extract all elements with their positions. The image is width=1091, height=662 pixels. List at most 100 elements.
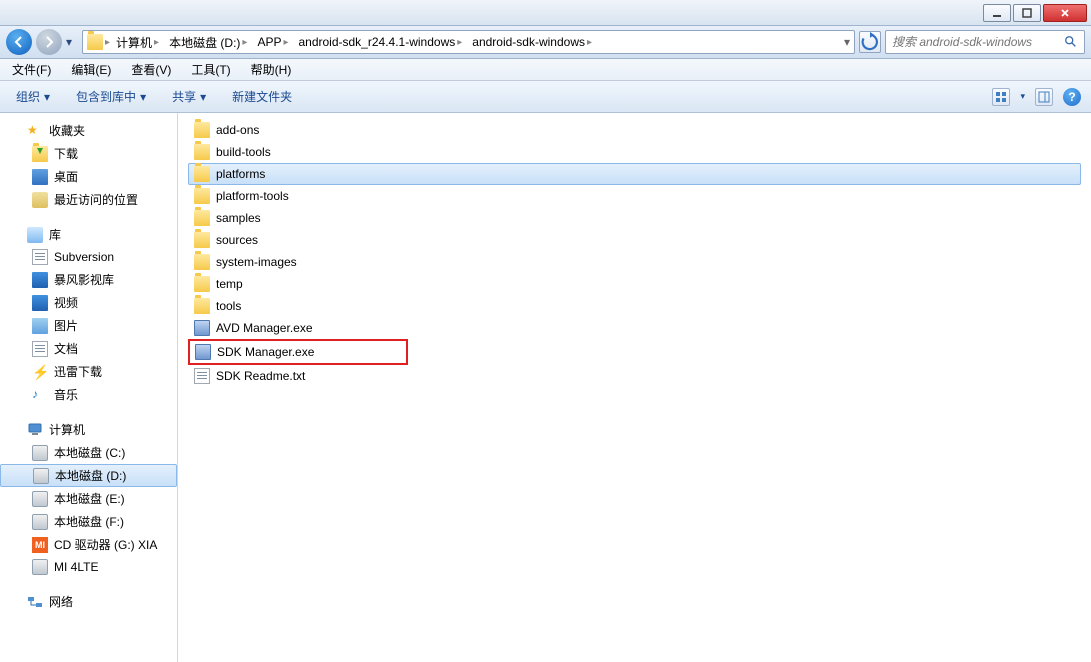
file-name-label: AVD Manager.exe [216, 321, 313, 335]
sidebar-item-videos[interactable]: 视频 [0, 291, 177, 314]
address-bar[interactable]: ▸ 计算机▸ 本地磁盘 (D:)▸ APP▸ android-sdk_r24.4… [82, 30, 855, 54]
file-item[interactable]: AVD Manager.exe [188, 317, 1081, 339]
organize-button[interactable]: 组织 ▾ [10, 85, 56, 108]
menu-help[interactable]: 帮助(H) [245, 59, 298, 80]
file-name-label: tools [216, 299, 241, 313]
sidebar-item-music[interactable]: ♪音乐 [0, 383, 177, 406]
chevron-right-icon: ▸ [587, 37, 592, 48]
forward-button[interactable] [36, 29, 62, 55]
item-label: 本地磁盘 (E:) [54, 490, 125, 507]
chevron-right-icon: ▸ [154, 37, 159, 48]
sidebar-item-drive-e[interactable]: 本地磁盘 (E:) [0, 487, 177, 510]
menu-edit[interactable]: 编辑(E) [65, 59, 117, 80]
refresh-button[interactable] [859, 31, 881, 53]
file-name-label: samples [216, 211, 261, 225]
file-item[interactable]: samples [188, 207, 1081, 229]
folder-icon [194, 298, 210, 314]
chevron-down-icon[interactable]: ▾ [1020, 91, 1025, 102]
item-label: 本地磁盘 (F:) [54, 513, 124, 530]
tree-group-computer: 计算机 本地磁盘 (C:) 本地磁盘 (D:) 本地磁盘 (E:) 本地磁盘 (… [0, 418, 177, 578]
tree-head-libraries[interactable]: 库 [0, 223, 177, 246]
tree-head-network[interactable]: 网络 [0, 590, 177, 613]
file-item[interactable]: system-images [188, 251, 1081, 273]
folder-icon [194, 166, 210, 182]
item-label: 暴风影视库 [54, 271, 114, 288]
back-button[interactable] [6, 29, 32, 55]
network-label: 网络 [49, 593, 73, 610]
search-input[interactable] [892, 35, 1064, 49]
sidebar-item-drive-d[interactable]: 本地磁盘 (D:) [0, 464, 177, 487]
text-file-icon [194, 368, 210, 384]
file-item[interactable]: build-tools [188, 141, 1081, 163]
address-dropdown-icon[interactable]: ▾ [844, 35, 850, 49]
history-dropdown-icon[interactable]: ▾ [66, 35, 78, 49]
mi-icon: MI [32, 537, 48, 553]
sidebar-item-drive-c[interactable]: 本地磁盘 (C:) [0, 441, 177, 464]
chevron-right-icon: ▸ [457, 37, 462, 48]
sidebar-item-drive-g[interactable]: MICD 驱动器 (G:) XIA [0, 533, 177, 556]
tree-head-favorites[interactable]: ★ 收藏夹 [0, 119, 177, 142]
breadcrumb-label: APP [257, 35, 281, 49]
breadcrumb-segment[interactable]: android-sdk_r24.4.1-windows▸ [294, 33, 466, 51]
sidebar-item-mi4lte[interactable]: MI 4LTE [0, 556, 177, 578]
item-label: MI 4LTE [54, 560, 98, 574]
disclosure-icon [12, 425, 21, 434]
menu-file[interactable]: 文件(F) [6, 59, 57, 80]
folder-icon [194, 254, 210, 270]
file-list-pane[interactable]: add-onsbuild-toolsplatformsplatform-tool… [178, 113, 1091, 662]
breadcrumb-label: 计算机 [116, 34, 152, 51]
command-toolbar: 组织 ▾ 包含到库中 ▾ 共享 ▾ 新建文件夹 ▾ ? [0, 81, 1091, 113]
new-folder-button[interactable]: 新建文件夹 [226, 85, 298, 108]
breadcrumb-segment[interactable]: 计算机▸ [112, 32, 163, 53]
exe-icon [195, 344, 211, 360]
sidebar-item-subversion[interactable]: Subversion [0, 246, 177, 268]
chevron-right-icon: ▸ [105, 37, 110, 48]
close-button[interactable] [1043, 4, 1087, 22]
file-item[interactable]: sources [188, 229, 1081, 251]
tree-head-computer[interactable]: 计算机 [0, 418, 177, 441]
search-icon [1064, 35, 1078, 49]
menu-view[interactable]: 查看(V) [125, 59, 177, 80]
search-box[interactable] [885, 30, 1085, 54]
file-item[interactable]: platforms [188, 163, 1081, 185]
drive-icon [32, 514, 48, 530]
image-icon [32, 318, 48, 334]
chevron-down-icon: ▾ [44, 90, 50, 104]
computer-icon [27, 422, 43, 438]
sidebar-item-pictures[interactable]: 图片 [0, 314, 177, 337]
include-library-button[interactable]: 包含到库中 ▾ [70, 85, 152, 108]
file-item[interactable]: add-ons [188, 119, 1081, 141]
breadcrumb-segment[interactable]: 本地磁盘 (D:)▸ [165, 32, 251, 53]
item-label: 文档 [54, 340, 78, 357]
tree-group-network: 网络 [0, 590, 177, 613]
maximize-button[interactable] [1013, 4, 1041, 22]
file-item[interactable]: SDK Manager.exe [188, 339, 408, 365]
share-button[interactable]: 共享 ▾ [166, 85, 212, 108]
file-item[interactable]: SDK Readme.txt [188, 365, 1081, 387]
breadcrumb-segment[interactable]: APP▸ [253, 33, 292, 51]
breadcrumb-label: 本地磁盘 (D:) [169, 34, 240, 51]
chevron-right-icon: ▸ [242, 37, 247, 48]
sidebar-item-desktop[interactable]: 桌面 [0, 165, 177, 188]
breadcrumb-label: android-sdk-windows [472, 35, 585, 49]
file-item[interactable]: temp [188, 273, 1081, 295]
desktop-icon [32, 169, 48, 185]
sidebar-item-documents[interactable]: 文档 [0, 337, 177, 360]
sidebar-item-thunder[interactable]: ⚡迅雷下载 [0, 360, 177, 383]
item-label: 本地磁盘 (D:) [55, 467, 126, 484]
view-mode-button[interactable] [992, 88, 1010, 106]
sidebar-item-recent[interactable]: 最近访问的位置 [0, 188, 177, 211]
preview-pane-button[interactable] [1035, 88, 1053, 106]
help-button[interactable]: ? [1063, 88, 1081, 106]
sidebar-item-drive-f[interactable]: 本地磁盘 (F:) [0, 510, 177, 533]
item-label: 最近访问的位置 [54, 191, 138, 208]
file-item[interactable]: tools [188, 295, 1081, 317]
chevron-down-icon: ▾ [200, 90, 206, 104]
sidebar-item-downloads[interactable]: 下载 [0, 142, 177, 165]
minimize-button[interactable] [983, 4, 1011, 22]
file-item[interactable]: platform-tools [188, 185, 1081, 207]
folder-icon [194, 210, 210, 226]
menu-tools[interactable]: 工具(T) [185, 59, 236, 80]
sidebar-item-baofeng[interactable]: 暴风影视库 [0, 268, 177, 291]
breadcrumb-segment[interactable]: android-sdk-windows▸ [468, 33, 596, 51]
